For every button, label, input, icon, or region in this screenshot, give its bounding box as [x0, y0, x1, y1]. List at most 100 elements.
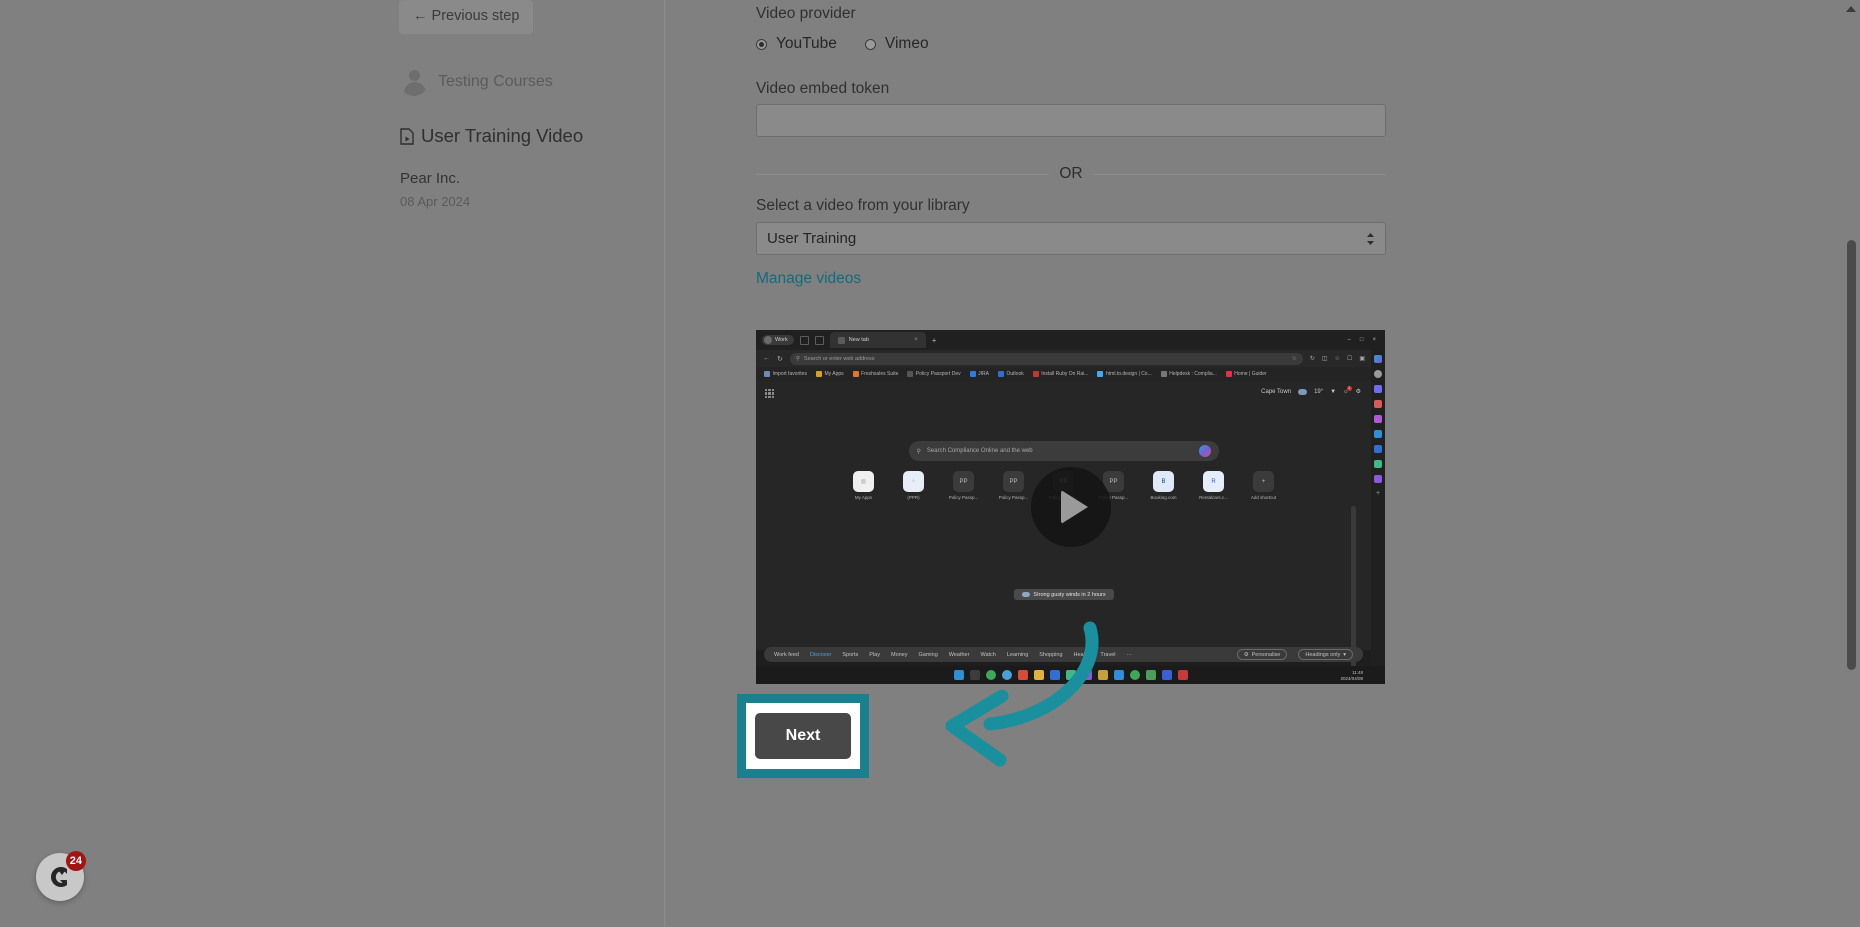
edge-icon[interactable] — [985, 670, 996, 680]
avatar-icon — [400, 68, 428, 96]
video-embed-token-input[interactable] — [756, 104, 1386, 137]
toolbar-icons: ↻ ◫ ☆ ☐ ▣ ⋯ — [1310, 355, 1378, 362]
video-library-select[interactable]: User Training — [756, 222, 1386, 255]
brave-icon[interactable] — [1017, 670, 1028, 680]
copilot-rail-icon[interactable] — [1374, 355, 1382, 363]
gear-icon[interactable]: ⚙ — [1356, 388, 1361, 395]
onedrive-icon[interactable] — [1081, 670, 1092, 680]
shortcut-tile[interactable]: ▦ My Apps — [846, 471, 882, 500]
bookmark-item[interactable]: My Apps — [815, 371, 844, 377]
bookmark-item[interactable]: Install Ruby On Rai... — [1032, 371, 1088, 377]
bookmark-item[interactable]: Home | Guider — [1225, 371, 1267, 377]
reload-icon[interactable]: ↻ — [777, 355, 783, 363]
copilot-icon[interactable] — [1198, 445, 1211, 457]
radio-youtube-label: YouTube — [776, 35, 837, 52]
shortcut-tile[interactable]: B Booking.com — [1146, 471, 1182, 500]
manage-videos-link[interactable]: Manage videos — [756, 270, 861, 288]
newtab-search-box[interactable]: ⚲ Search Compliance Online and the web — [908, 441, 1219, 461]
discover-rail-icon[interactable] — [1374, 385, 1382, 393]
spotify-icon[interactable] — [1129, 670, 1140, 680]
teams-icon[interactable] — [1065, 670, 1076, 680]
collections-icon[interactable]: ☐ — [1347, 355, 1352, 362]
tools-rail-icon[interactable] — [1374, 430, 1382, 438]
shortcut-tile[interactable]: PP Policy Passp... — [946, 471, 982, 500]
outlook-icon[interactable] — [1049, 670, 1060, 680]
feed-nav-item[interactable]: Travel — [1100, 652, 1115, 658]
video-embed-token-label: Video embed token — [756, 80, 890, 97]
back-icon[interactable]: ← — [763, 355, 770, 362]
bookmark-item[interactable]: Freshsales Suite — [852, 371, 898, 377]
scroll-up-arrow-icon[interactable] — [1846, 6, 1856, 12]
feed-nav-item[interactable]: Health — [1074, 652, 1090, 658]
notification-bell-icon[interactable]: ☼ 1 — [1343, 385, 1352, 395]
star-icon[interactable]: ☆ — [1291, 355, 1296, 362]
feed-nav-item-active[interactable]: Discover — [810, 652, 831, 658]
tab-close-icon[interactable]: × — [914, 337, 918, 343]
chat-widget-button[interactable]: 24 — [36, 851, 86, 901]
personalise-button[interactable]: ⚙ Personalise — [1236, 649, 1288, 660]
feed-nav-item[interactable]: Gaming — [919, 652, 938, 658]
scrollbar-thumb[interactable] — [1847, 240, 1856, 670]
browser-toolbar: ← ↻ ⚲ Search or enter web address ☆ ↻ ◫ … — [756, 350, 1385, 367]
bookmark-item[interactable]: Policy Passport Dev — [907, 371, 961, 377]
minimize-icon[interactable]: – — [1348, 337, 1351, 343]
vscode-icon[interactable] — [1161, 670, 1172, 680]
play-button[interactable] — [1030, 467, 1111, 547]
feed-nav-item[interactable]: Sports — [842, 652, 858, 658]
previous-step-button[interactable]: ← Previous step — [399, 0, 534, 34]
radio-vimeo-label: Vimeo — [884, 35, 929, 52]
whatsapp-rail-icon[interactable] — [1374, 460, 1382, 468]
history-icon[interactable]: ↻ — [1310, 355, 1315, 362]
feed-nav-more-icon[interactable]: ··· — [1127, 652, 1133, 658]
bookmark-item[interactable]: Import favorites — [764, 371, 807, 377]
bookmark-item[interactable]: html.to.design | Co... — [1097, 371, 1152, 377]
next-button[interactable]: Next — [755, 713, 851, 759]
bookmark-item[interactable]: Outlook — [998, 371, 1024, 377]
split-screen-icon[interactable]: ◫ — [1322, 355, 1328, 362]
drop-rail-icon[interactable] — [1374, 475, 1382, 483]
browser-essentials-icon[interactable]: ▣ — [1359, 355, 1365, 362]
feed-nav-item[interactable]: Shopping — [1039, 652, 1062, 658]
bookmark-label: My Apps — [824, 371, 844, 377]
feed-nav-item[interactable]: Learning — [1007, 652, 1028, 658]
page-scrollbar[interactable] — [1843, 0, 1860, 927]
filter-icon[interactable]: ▼ — [1330, 389, 1336, 395]
favorites-icon[interactable]: ☆ — [1335, 355, 1340, 362]
weather-toast-text: Strong gusty winds in 2 hours — [1033, 591, 1106, 598]
add-shortcut-tile[interactable]: + Add shortcut — [1246, 471, 1282, 500]
feed-nav-item[interactable]: Work feed — [774, 652, 799, 658]
feed-nav-item[interactable]: Play — [869, 652, 880, 658]
bookmark-item[interactable]: JIRA — [969, 371, 989, 377]
app-icon[interactable] — [1145, 670, 1156, 680]
outlook-rail-icon[interactable] — [1374, 445, 1382, 453]
browser-address-bar[interactable]: ⚲ Search or enter web address ☆ — [789, 352, 1303, 365]
app-grid-icon[interactable] — [765, 389, 774, 398]
video-preview-thumbnail[interactable]: Work New tab × + – □ × ← ↻ ⚲ Search or e… — [756, 330, 1385, 684]
radio-vimeo[interactable] — [864, 38, 876, 50]
shopping-rail-icon[interactable] — [1374, 400, 1382, 408]
excel-icon[interactable] — [1097, 670, 1108, 680]
new-tab-icon[interactable]: + — [932, 336, 937, 345]
explorer-icon[interactable] — [1033, 670, 1044, 680]
word-icon[interactable] — [1113, 670, 1124, 680]
shortcut-tile[interactable]: R Rentalcars.c... — [1196, 471, 1232, 500]
shortcut-tile[interactable]: ✧ (PPR) — [896, 471, 932, 500]
widgets-icon[interactable] — [969, 670, 980, 680]
video-provider-label: Video provider — [756, 5, 856, 22]
chrome-icon[interactable] — [1001, 670, 1012, 680]
start-icon[interactable] — [953, 670, 964, 680]
close-icon[interactable]: × — [1372, 337, 1376, 343]
radio-youtube[interactable] — [756, 38, 767, 50]
maximize-icon[interactable]: □ — [1360, 337, 1364, 343]
browser-tab[interactable]: New tab × — [829, 332, 926, 348]
add-rail-icon[interactable]: + — [1374, 490, 1382, 498]
search-rail-icon[interactable] — [1374, 370, 1382, 378]
notification-icon[interactable] — [1177, 670, 1188, 680]
bookmark-item[interactable]: Helpdesk : Complia... — [1160, 371, 1217, 377]
shortcut-tile[interactable]: PP Policy Passp... — [996, 471, 1032, 500]
headings-only-select[interactable]: Headings only ▾ — [1298, 649, 1353, 660]
feed-nav-item[interactable]: Watch — [980, 652, 995, 658]
games-rail-icon[interactable] — [1374, 415, 1382, 423]
feed-nav-item[interactable]: Money — [891, 652, 908, 658]
feed-nav-item[interactable]: Weather — [949, 652, 970, 658]
